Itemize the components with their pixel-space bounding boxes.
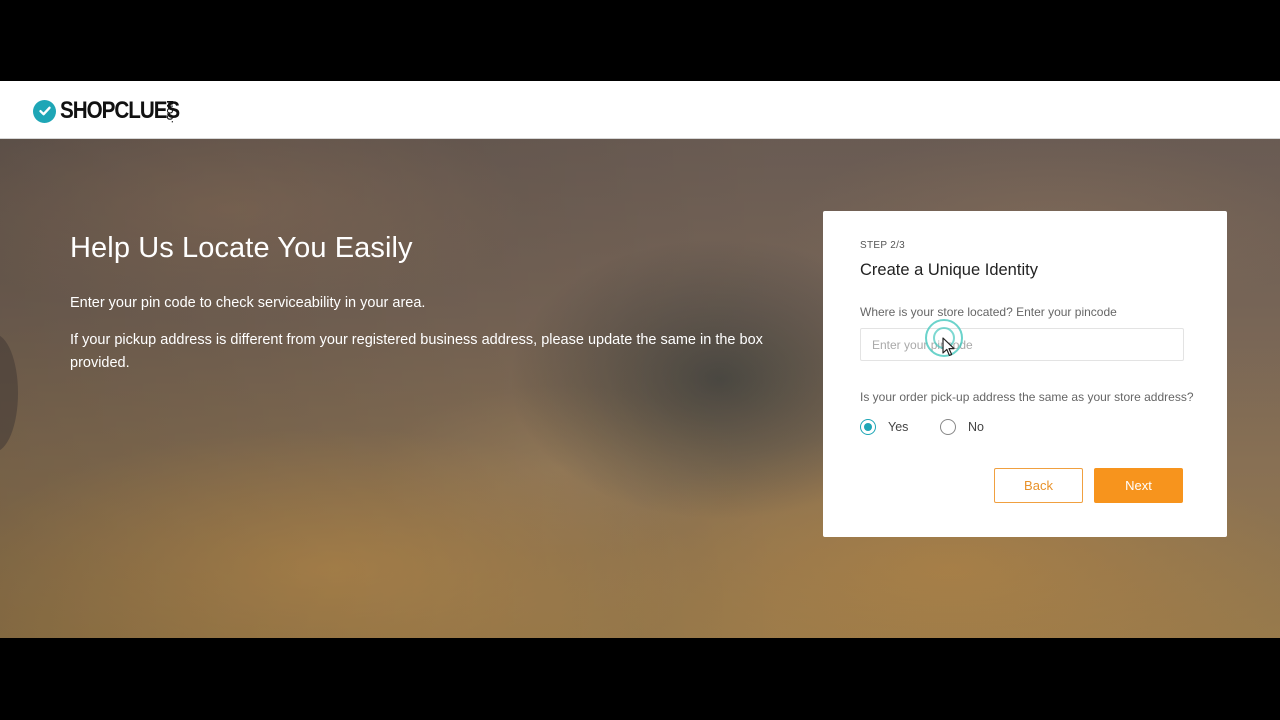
site-header: SHOPCLUES .COM — [0, 81, 1280, 139]
back-button[interactable]: Back — [994, 468, 1083, 503]
hero-description: Enter your pin code to check serviceabil… — [70, 295, 426, 311]
form-title: Create a Unique Identity — [860, 261, 1038, 279]
radio-dot — [864, 423, 872, 431]
radio-unchecked-indicator[interactable] — [940, 419, 956, 435]
next-button[interactable]: Next — [1094, 468, 1183, 503]
radio-option-no[interactable]: No — [940, 419, 984, 435]
video-letterbox-bottom — [0, 638, 1280, 720]
step-indicator: STEP 2/3 — [860, 240, 906, 251]
radio-option-yes[interactable]: Yes — [860, 419, 908, 435]
pincode-label: Where is your store located? Enter your … — [860, 305, 1117, 319]
video-letterbox-top — [0, 0, 1280, 81]
logo-suffix: .COM — [166, 100, 175, 123]
radio-label-yes: Yes — [888, 420, 909, 434]
hero-title: Help Us Locate You Easily — [70, 232, 413, 264]
logo-wordmark: SHOPCLUES — [60, 97, 180, 124]
pincode-input[interactable] — [860, 328, 1184, 361]
registration-form-card: STEP 2/3 Create a Unique Identity Where … — [823, 211, 1227, 537]
same-address-question: Is your order pick-up address the same a… — [860, 390, 1194, 404]
check-circle-icon — [33, 99, 56, 123]
radio-label-no: No — [968, 420, 984, 434]
radio-checked-indicator[interactable] — [860, 419, 876, 435]
shopclues-logo[interactable]: SHOPCLUES .COM — [33, 98, 199, 124]
hero-note: If your pickup address is different from… — [70, 332, 763, 371]
